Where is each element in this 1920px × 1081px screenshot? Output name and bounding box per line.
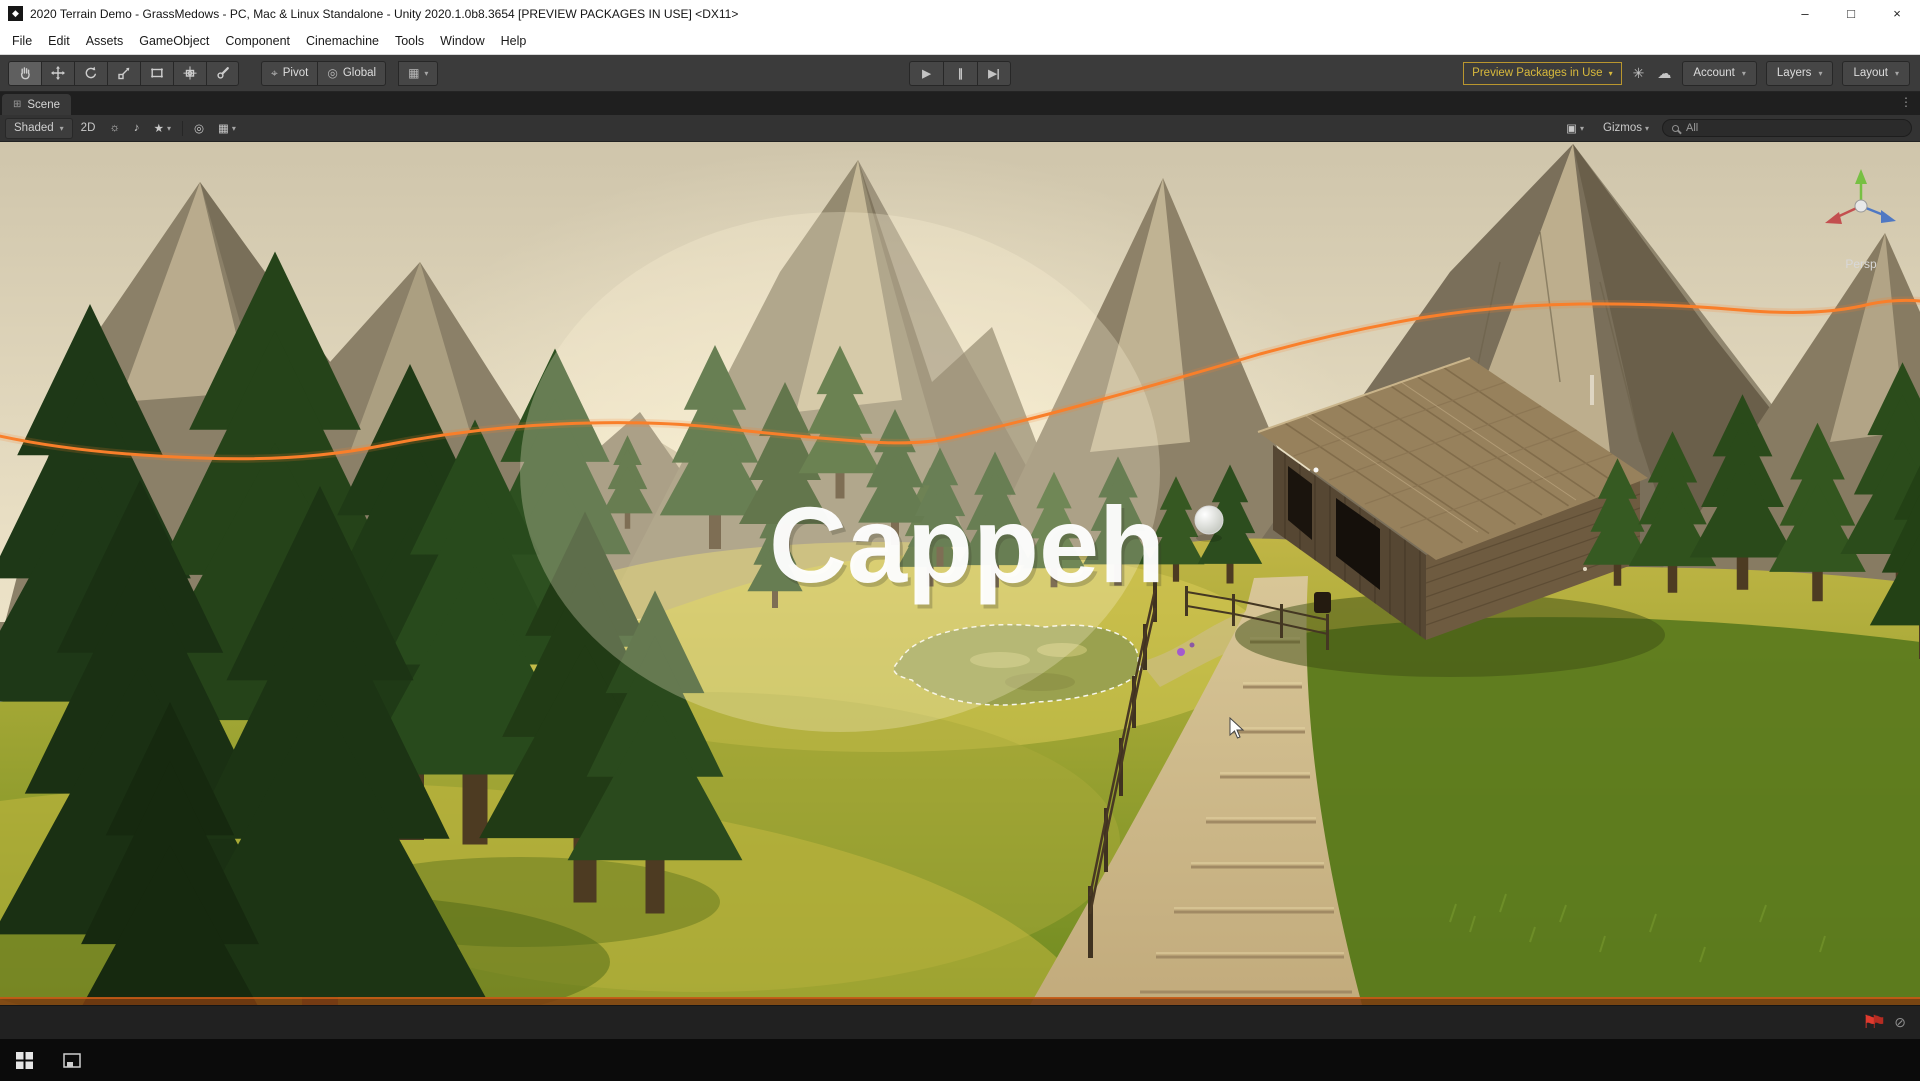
window-title: 2020 Terrain Demo - GrassMedows - PC, Ma…: [30, 7, 738, 21]
menu-edit[interactable]: Edit: [40, 27, 78, 54]
terrain-selection-edge: [0, 997, 1920, 1005]
unity-logo-icon: ◆: [8, 6, 23, 21]
scene-tab-icon: ⊞: [13, 99, 21, 110]
lighting-toggle[interactable]: ☼: [103, 118, 126, 139]
scene-view-toolbar: Shaded ▾ 2D ☼ ♪ ★ ▾ ◎ ▦ ▾ ▣ ▾ Gizmos ▾ A…: [0, 115, 1920, 142]
menu-component[interactable]: Component: [217, 27, 298, 54]
draw-mode-dropdown[interactable]: Shaded ▾: [5, 118, 73, 139]
transform-icon: [182, 65, 198, 81]
sun-haze: [520, 212, 1160, 732]
app-window-icon: [63, 1053, 81, 1068]
tab-scene[interactable]: ⊞ Scene: [2, 94, 71, 115]
grid-toggle[interactable]: ▦ ▾: [212, 118, 242, 139]
rect-tool-button[interactable]: [140, 61, 173, 86]
preview-packages-dropdown[interactable]: Preview Packages in Use ▾: [1463, 62, 1621, 85]
flag-icon[interactable]: ⚑: [1870, 1012, 1886, 1033]
layout-dropdown[interactable]: Layout ▾: [1842, 61, 1910, 86]
start-button[interactable]: [0, 1039, 48, 1081]
pause-button[interactable]: ∥: [943, 61, 977, 86]
scene-render[interactable]: Cappeh Cappeh Persp: [0, 142, 1920, 1005]
camera-settings-dropdown[interactable]: ▣ ▾: [1560, 118, 1590, 139]
step-button[interactable]: ▶|: [977, 61, 1011, 86]
audio-toggle[interactable]: ♪: [128, 118, 146, 139]
account-dropdown[interactable]: Account ▾: [1682, 61, 1757, 86]
minimize-button[interactable]: –: [1782, 0, 1828, 27]
maximize-button[interactable]: □: [1828, 0, 1874, 27]
effects-icon: ★: [154, 121, 164, 135]
taskbar-app-button[interactable]: [48, 1039, 96, 1081]
move-icon: [50, 65, 66, 81]
scene-viewport[interactable]: Cappeh Cappeh Persp: [0, 142, 1920, 1005]
watermark: Cappeh Cappeh: [769, 484, 1168, 609]
2d-mode-toggle[interactable]: 2D: [75, 118, 102, 139]
scale-tool-button[interactable]: [107, 61, 140, 86]
chevron-down-icon: ▾: [1742, 69, 1746, 78]
cloud-icon[interactable]: ☁: [1655, 65, 1673, 82]
status-bar: ⚑ ⚑ ⊘: [0, 1005, 1920, 1039]
menubar: File Edit Assets GameObject Component Ci…: [0, 27, 1920, 55]
menu-cinemachine[interactable]: Cinemachine: [298, 27, 387, 54]
toolbar-divider: [182, 121, 183, 136]
wrench-icon: [215, 65, 231, 81]
windows-taskbar: [0, 1039, 1920, 1081]
scale-icon: [116, 65, 132, 81]
scene-search-input[interactable]: All: [1662, 119, 1912, 137]
collab-icon[interactable]: ✳: [1631, 65, 1647, 82]
global-toggle[interactable]: ◎ Global: [317, 61, 386, 86]
chevron-down-icon: ▾: [1895, 69, 1899, 78]
panel-tabstrip: ⊞ Scene ⋮: [0, 92, 1920, 115]
gizmos-dropdown[interactable]: Gizmos ▾: [1597, 118, 1655, 139]
blocked-icon[interactable]: ⊘: [1894, 1014, 1906, 1031]
menu-window[interactable]: Window: [432, 27, 492, 54]
menu-help[interactable]: Help: [493, 27, 535, 54]
chevron-down-icon: ▾: [232, 124, 236, 133]
grid-icon: ▦: [218, 121, 229, 135]
pivot-toggle[interactable]: ⌖ Pivot: [261, 61, 317, 86]
effects-dropdown[interactable]: ★ ▾: [148, 118, 177, 139]
chevron-down-icon: ▾: [60, 124, 64, 133]
window-titlebar: ◆ 2020 Terrain Demo - GrassMedows - PC, …: [0, 0, 1920, 27]
grid-snap-icon: ▦: [408, 66, 419, 80]
layers-dropdown[interactable]: Layers ▾: [1766, 61, 1834, 86]
chevron-down-icon: ▾: [1645, 124, 1649, 133]
rect-icon: [149, 65, 165, 81]
chevron-down-icon: ▾: [1580, 124, 1584, 133]
close-button[interactable]: ×: [1874, 0, 1920, 27]
custom-tool-button[interactable]: [206, 61, 239, 86]
transform-tool-button[interactable]: [173, 61, 206, 86]
menu-tools[interactable]: Tools: [387, 27, 432, 54]
waypoint-sphere-gizmo[interactable]: [1195, 506, 1223, 542]
global-icon: ◎: [327, 66, 337, 80]
camera-icon: ▣: [1566, 121, 1577, 135]
search-icon: [1672, 125, 1679, 132]
chevron-down-icon: ▾: [1818, 69, 1822, 78]
menu-assets[interactable]: Assets: [78, 27, 132, 54]
chevron-down-icon: ▾: [167, 124, 171, 133]
windows-logo-icon: [16, 1052, 33, 1069]
scene-visibility-toggle[interactable]: ◎: [188, 118, 210, 139]
move-tool-button[interactable]: [41, 61, 74, 86]
chevron-down-icon: ▾: [1609, 69, 1613, 78]
rotate-tool-button[interactable]: [74, 61, 107, 86]
grid-snap-button[interactable]: ▦ ▾: [398, 61, 438, 86]
menu-gameobject[interactable]: GameObject: [131, 27, 217, 54]
main-toolbar: ⌖ Pivot ◎ Global ▦ ▾ ▶ ∥ ▶| Preview Pack…: [0, 55, 1920, 92]
play-button[interactable]: ▶: [909, 61, 943, 86]
pivot-icon: ⌖: [271, 66, 278, 81]
rotate-icon: [83, 65, 99, 81]
hand-icon: [17, 65, 33, 81]
chevron-down-icon: ▾: [424, 69, 428, 78]
hand-tool-button[interactable]: [8, 61, 41, 86]
axis-gizmo-label: Persp: [1845, 257, 1877, 271]
menu-file[interactable]: File: [4, 27, 40, 54]
panel-menu-icon[interactable]: ⋮: [1900, 95, 1912, 109]
svg-text:Cappeh: Cappeh: [769, 484, 1165, 605]
